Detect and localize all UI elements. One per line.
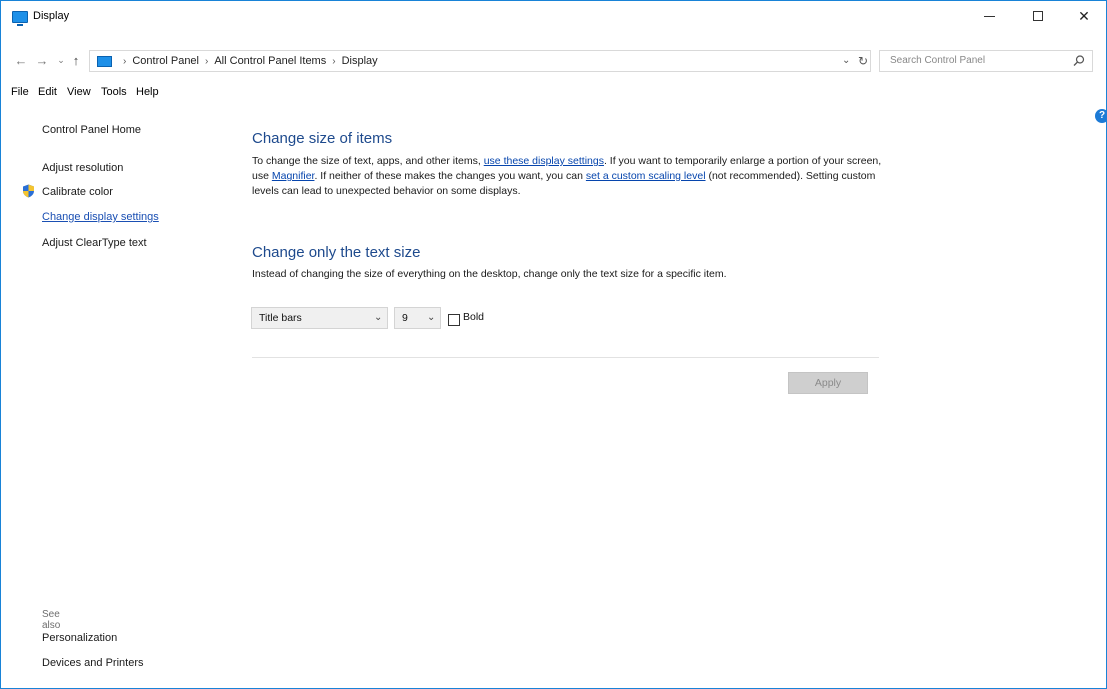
minimize-button[interactable] [966,1,1012,31]
address-dropdown-icon[interactable]: ⌄ [842,55,850,66]
menu-view[interactable]: View [67,86,91,98]
forward-arrow-icon: → [35,52,49,68]
breadcrumb-separator-icon: › [123,56,127,67]
close-icon: ✕ [1078,7,1090,24]
control-panel-icon [97,56,112,67]
change-size-heading: Change size of items [252,130,393,147]
chevron-down-icon: ⌄ [57,54,65,65]
custom-scaling-link[interactable]: set a custom scaling level [586,170,706,182]
display-app-icon [12,11,28,26]
recent-locations-button[interactable]: ⌄ [53,52,69,68]
menu-bar: File Edit View Tools Help [1,83,1106,103]
search-icon [1073,55,1085,66]
title-bar: Display ✕ [1,1,1106,31]
breadcrumb-separator-icon: › [205,56,209,67]
search-placeholder: Search Control Panel [890,55,986,66]
bold-checkbox[interactable] [448,314,460,326]
sidebar-item-calibrate-color[interactable]: Calibrate color [42,186,113,198]
breadcrumb-all-items[interactable]: All Control Panel Items [214,55,326,67]
up-button[interactable]: ↑ [68,52,84,68]
see-also-personalization[interactable]: Personalization [42,632,117,644]
sidebar-control-panel-home[interactable]: Control Panel Home [42,124,141,136]
text-size-description: Instead of changing the size of everythi… [252,268,727,280]
menu-file[interactable]: File [11,86,29,98]
magnifier-link[interactable]: Magnifier [272,170,315,182]
menu-help[interactable]: Help [136,86,159,98]
chevron-down-icon: ⌄ [374,312,383,323]
minimize-icon [983,15,995,17]
item-select[interactable]: Title bars ⌄ [251,307,388,329]
bold-checkbox-label: Bold [463,311,485,323]
maximize-icon [1033,11,1043,21]
see-also-devices-printers[interactable]: Devices and Printers [42,657,144,669]
text-size-value: 9 [402,312,408,324]
breadcrumb-separator-icon: › [332,56,336,67]
apply-button[interactable]: Apply [788,372,868,394]
item-select-value: Title bars [259,312,302,324]
divider [252,357,879,358]
address-bar[interactable]: › Control Panel › All Control Panel Items › D… [89,50,871,72]
breadcrumb-display[interactable]: Display [342,55,378,67]
refresh-icon[interactable]: ↻ [858,54,868,68]
breadcrumb: › Control Panel › All Control Panel Items › D… [117,55,378,67]
navigation-bar: ← → ⌄ ↑ › Control Panel › All Control Panel… [1,47,1106,75]
see-also-heading: See also [42,609,61,631]
size-para-text-1: To change the size of text, apps, and ot… [252,155,484,167]
close-button[interactable]: ✕ [1061,1,1107,31]
sidebar-item-change-display-settings[interactable]: Change display settings [42,211,159,223]
back-arrow-icon: ← [14,52,28,68]
text-size-select[interactable]: 9 ⌄ [394,307,441,329]
text-size-heading: Change only the text size [252,244,421,261]
sidebar-item-adjust-resolution[interactable]: Adjust resolution [42,162,123,174]
change-size-description: To change the size of text, apps, and ot… [252,154,892,199]
sidebar-item-adjust-cleartype[interactable]: Adjust ClearType text [42,237,147,249]
control-panel-window: Display ✕ ← → ⌄ ↑ › Control Panel › All Con… [0,0,1107,689]
use-display-settings-link[interactable]: use these display settings [484,155,604,167]
menu-tools[interactable]: Tools [101,86,127,98]
help-icon[interactable]: ? [1095,109,1107,123]
up-arrow-icon: ↑ [72,52,80,68]
back-button[interactable]: ← [13,52,29,68]
window-title: Display [33,10,70,22]
maximize-button[interactable] [1015,1,1061,31]
forward-button[interactable]: → [34,52,50,68]
size-para-text-3: . If neither of these makes the changes … [314,170,586,182]
shield-icon [23,184,34,198]
search-input[interactable]: Search Control Panel [879,50,1093,72]
breadcrumb-control-panel[interactable]: Control Panel [132,55,199,67]
chevron-down-icon: ⌄ [427,312,436,323]
menu-edit[interactable]: Edit [38,86,57,98]
